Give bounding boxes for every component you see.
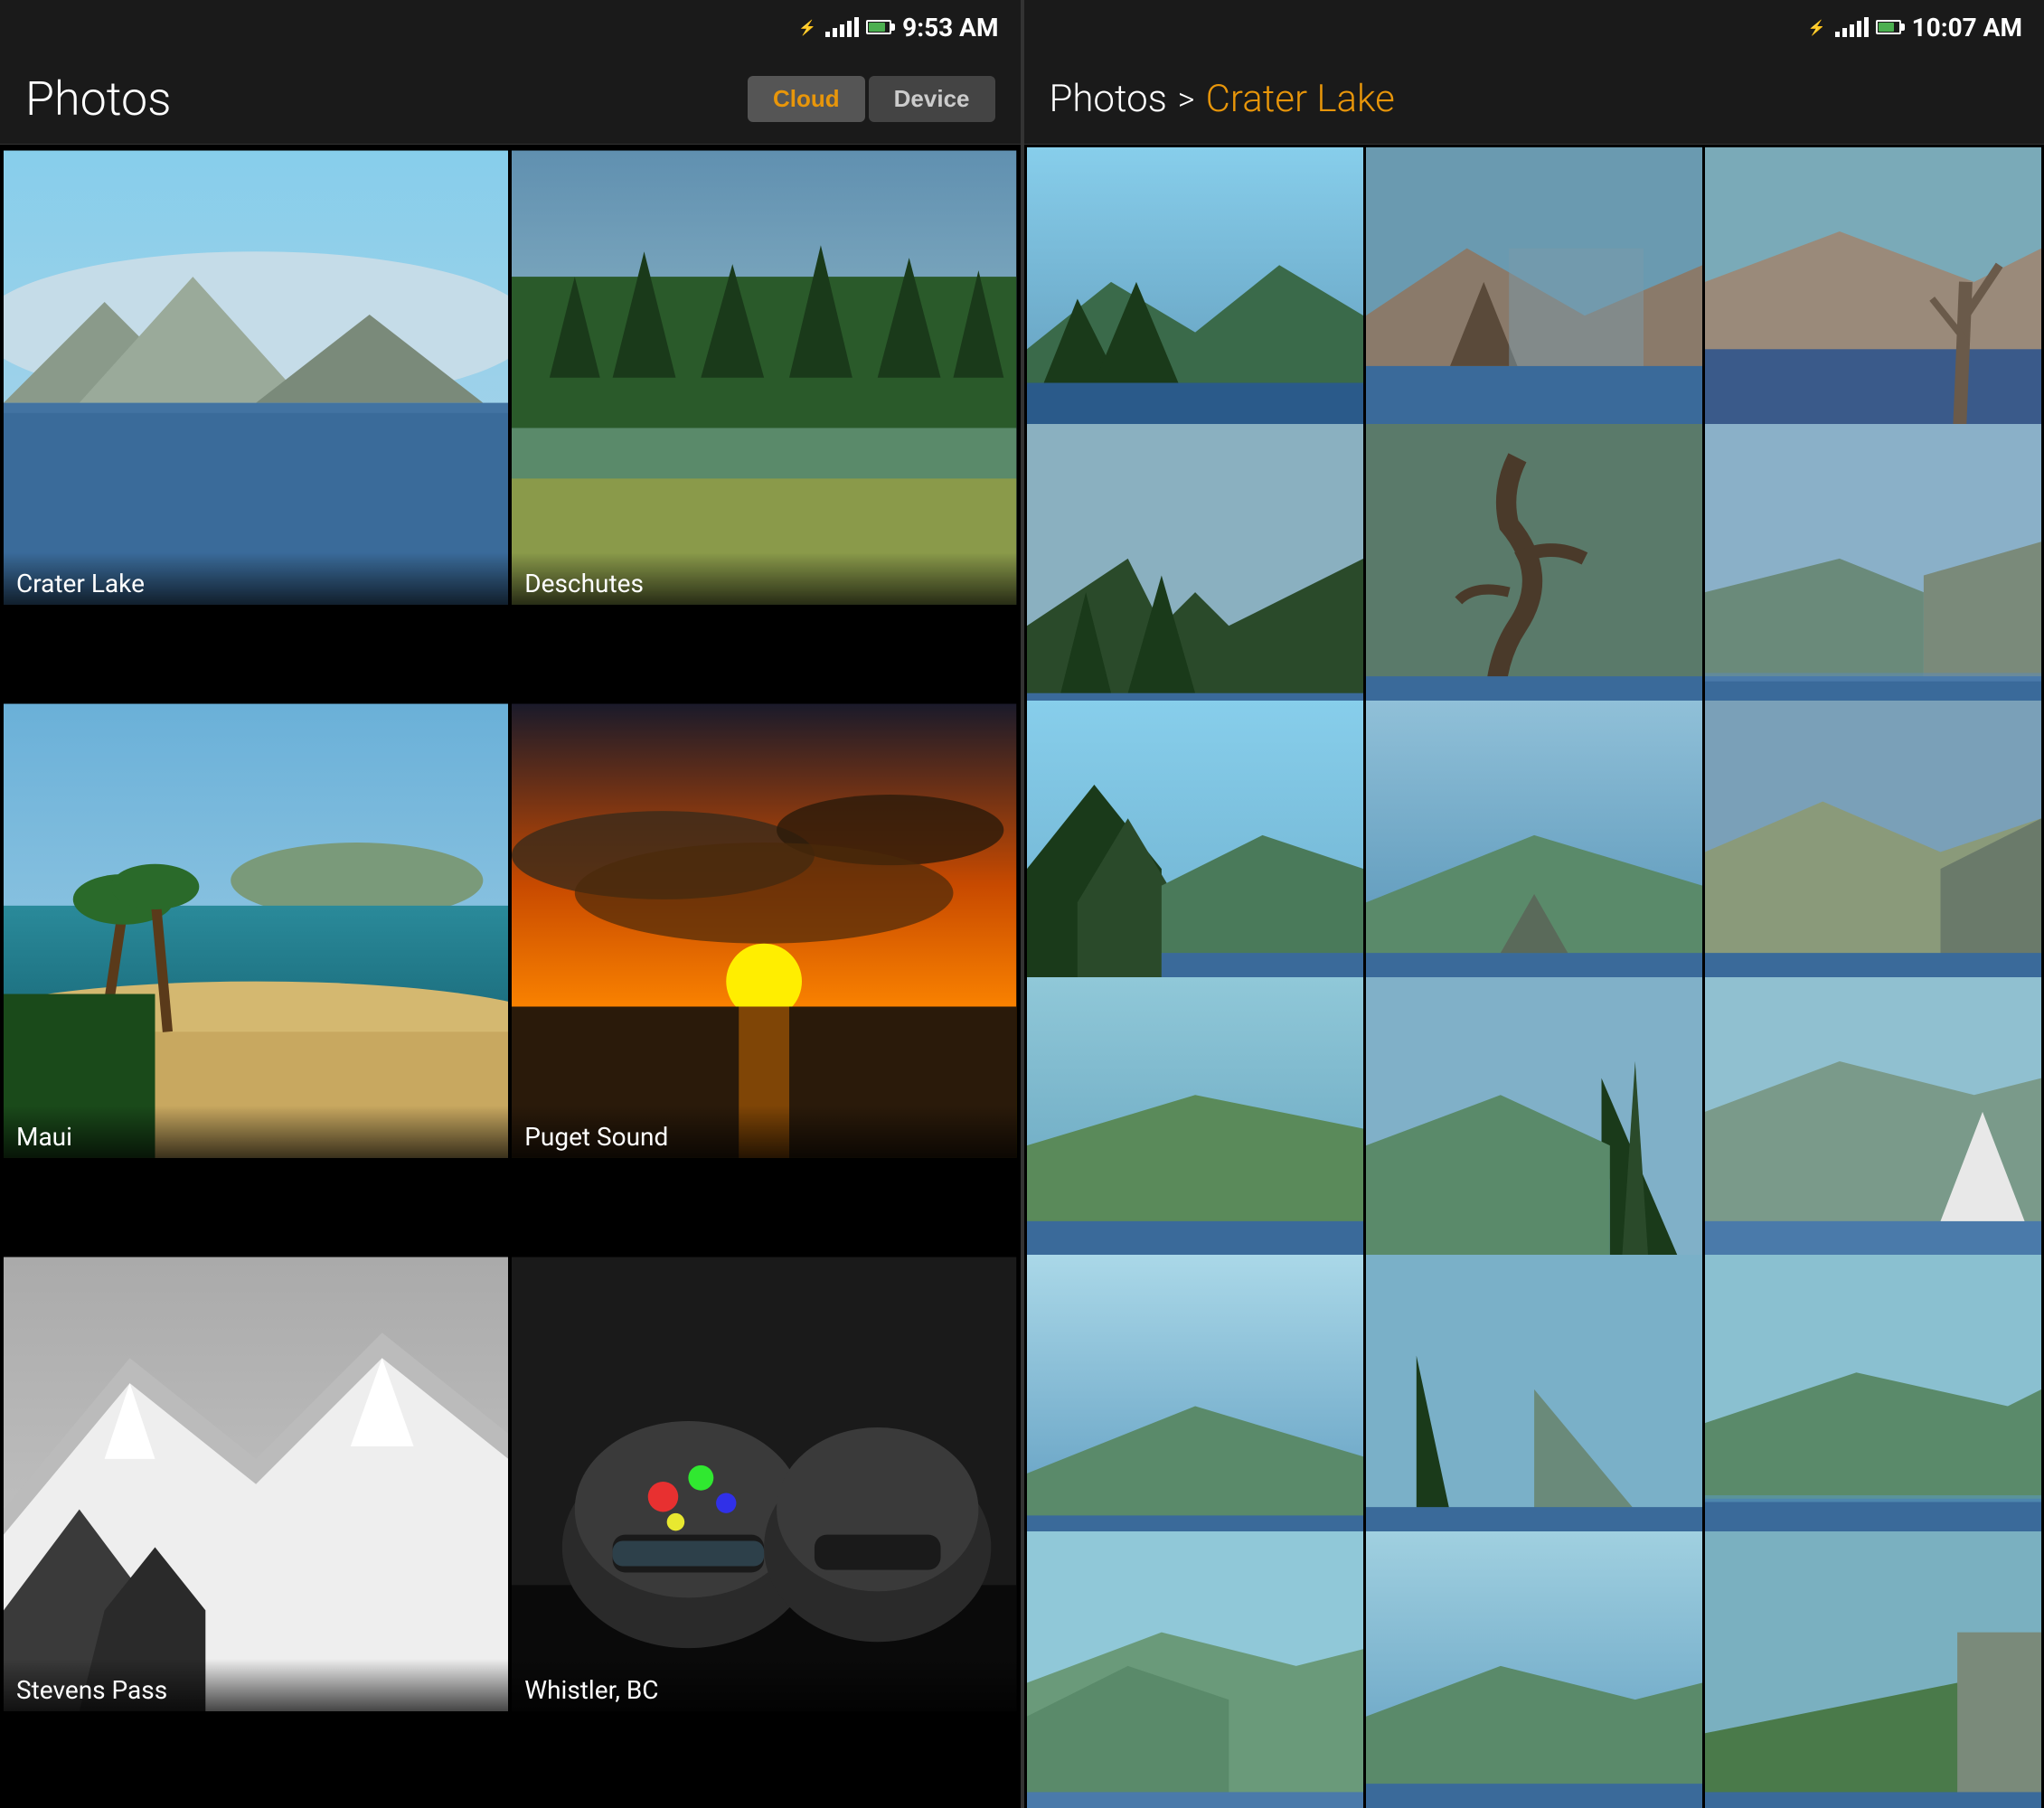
album-item-puget-sound[interactable]: Puget Sound	[512, 702, 1016, 1161]
tab-group: Cloud Device	[748, 76, 995, 122]
album-grid: Crater Lake Deschutes	[0, 145, 1021, 1808]
app-header-right: Photos > Crater Lake	[1024, 54, 2044, 145]
album-item-deschutes[interactable]: Deschutes	[512, 148, 1016, 607]
album-label-deschutes: Deschutes	[512, 552, 1016, 607]
signal-bars-left	[825, 17, 859, 37]
album-label-whistler-bc: Whistler, BC	[512, 1659, 1016, 1714]
photo-item[interactable]	[1705, 1531, 2041, 1808]
battery-fill-left	[869, 23, 885, 32]
tab-cloud[interactable]: Cloud	[748, 76, 865, 122]
app-title-left: Photos	[25, 71, 748, 127]
signal-bar-5	[854, 17, 859, 37]
signal-bar-r4	[1857, 21, 1861, 37]
album-item-stevens-pass[interactable]: Stevens Pass	[4, 1255, 508, 1714]
status-time-left: 9:53 AM	[902, 13, 998, 42]
signal-bar-2	[833, 28, 837, 37]
signal-bar-4	[847, 21, 852, 37]
breadcrumb-separator: >	[1178, 80, 1195, 118]
status-icons-left: ⚡	[798, 17, 891, 37]
right-panel: ⚡ 10:07 AM Photos > Crater Lake	[1024, 0, 2044, 1808]
signal-bar-r3	[1850, 24, 1854, 37]
status-bar-left: ⚡ 9:53 AM	[0, 0, 1021, 54]
signal-bar-r2	[1842, 28, 1847, 37]
album-item-crater-lake[interactable]: Crater Lake	[4, 148, 508, 607]
charging-icon-right: ⚡	[1808, 19, 1826, 36]
breadcrumb-home[interactable]: Photos	[1050, 77, 1167, 121]
status-bar-right: ⚡ 10:07 AM	[1024, 0, 2044, 54]
charging-icon-left: ⚡	[798, 19, 816, 36]
tab-device[interactable]: Device	[869, 76, 995, 122]
signal-bar-r1	[1835, 32, 1840, 37]
photo-item[interactable]	[1366, 1531, 1702, 1808]
album-label-puget-sound: Puget Sound	[512, 1106, 1016, 1161]
battery-fill-right	[1879, 23, 1895, 32]
album-item-whistler-bc[interactable]: Whistler, BC	[512, 1255, 1016, 1714]
left-panel: ⚡ 9:53 AM Photos Cloud Device	[0, 0, 1021, 1808]
app-header-left: Photos Cloud Device	[0, 54, 1021, 145]
album-label-maui: Maui	[4, 1106, 508, 1161]
battery-icon-left	[866, 20, 891, 34]
breadcrumb: Photos > Crater Lake	[1050, 77, 1395, 121]
photo-grid	[1024, 145, 2044, 1808]
album-label-stevens-pass: Stevens Pass	[4, 1659, 508, 1714]
album-item-maui[interactable]: Maui	[4, 702, 508, 1161]
status-time-right: 10:07 AM	[1912, 13, 2022, 42]
signal-bars-right	[1835, 17, 1869, 37]
status-icons-right: ⚡	[1808, 17, 1901, 37]
album-label-crater-lake: Crater Lake	[4, 552, 508, 607]
breadcrumb-album: Crater Lake	[1206, 77, 1395, 121]
battery-icon-right	[1876, 20, 1901, 34]
signal-bar-r5	[1864, 17, 1869, 37]
signal-bar-1	[825, 32, 830, 37]
photo-item[interactable]	[1027, 1531, 1363, 1808]
signal-bar-3	[840, 24, 844, 37]
